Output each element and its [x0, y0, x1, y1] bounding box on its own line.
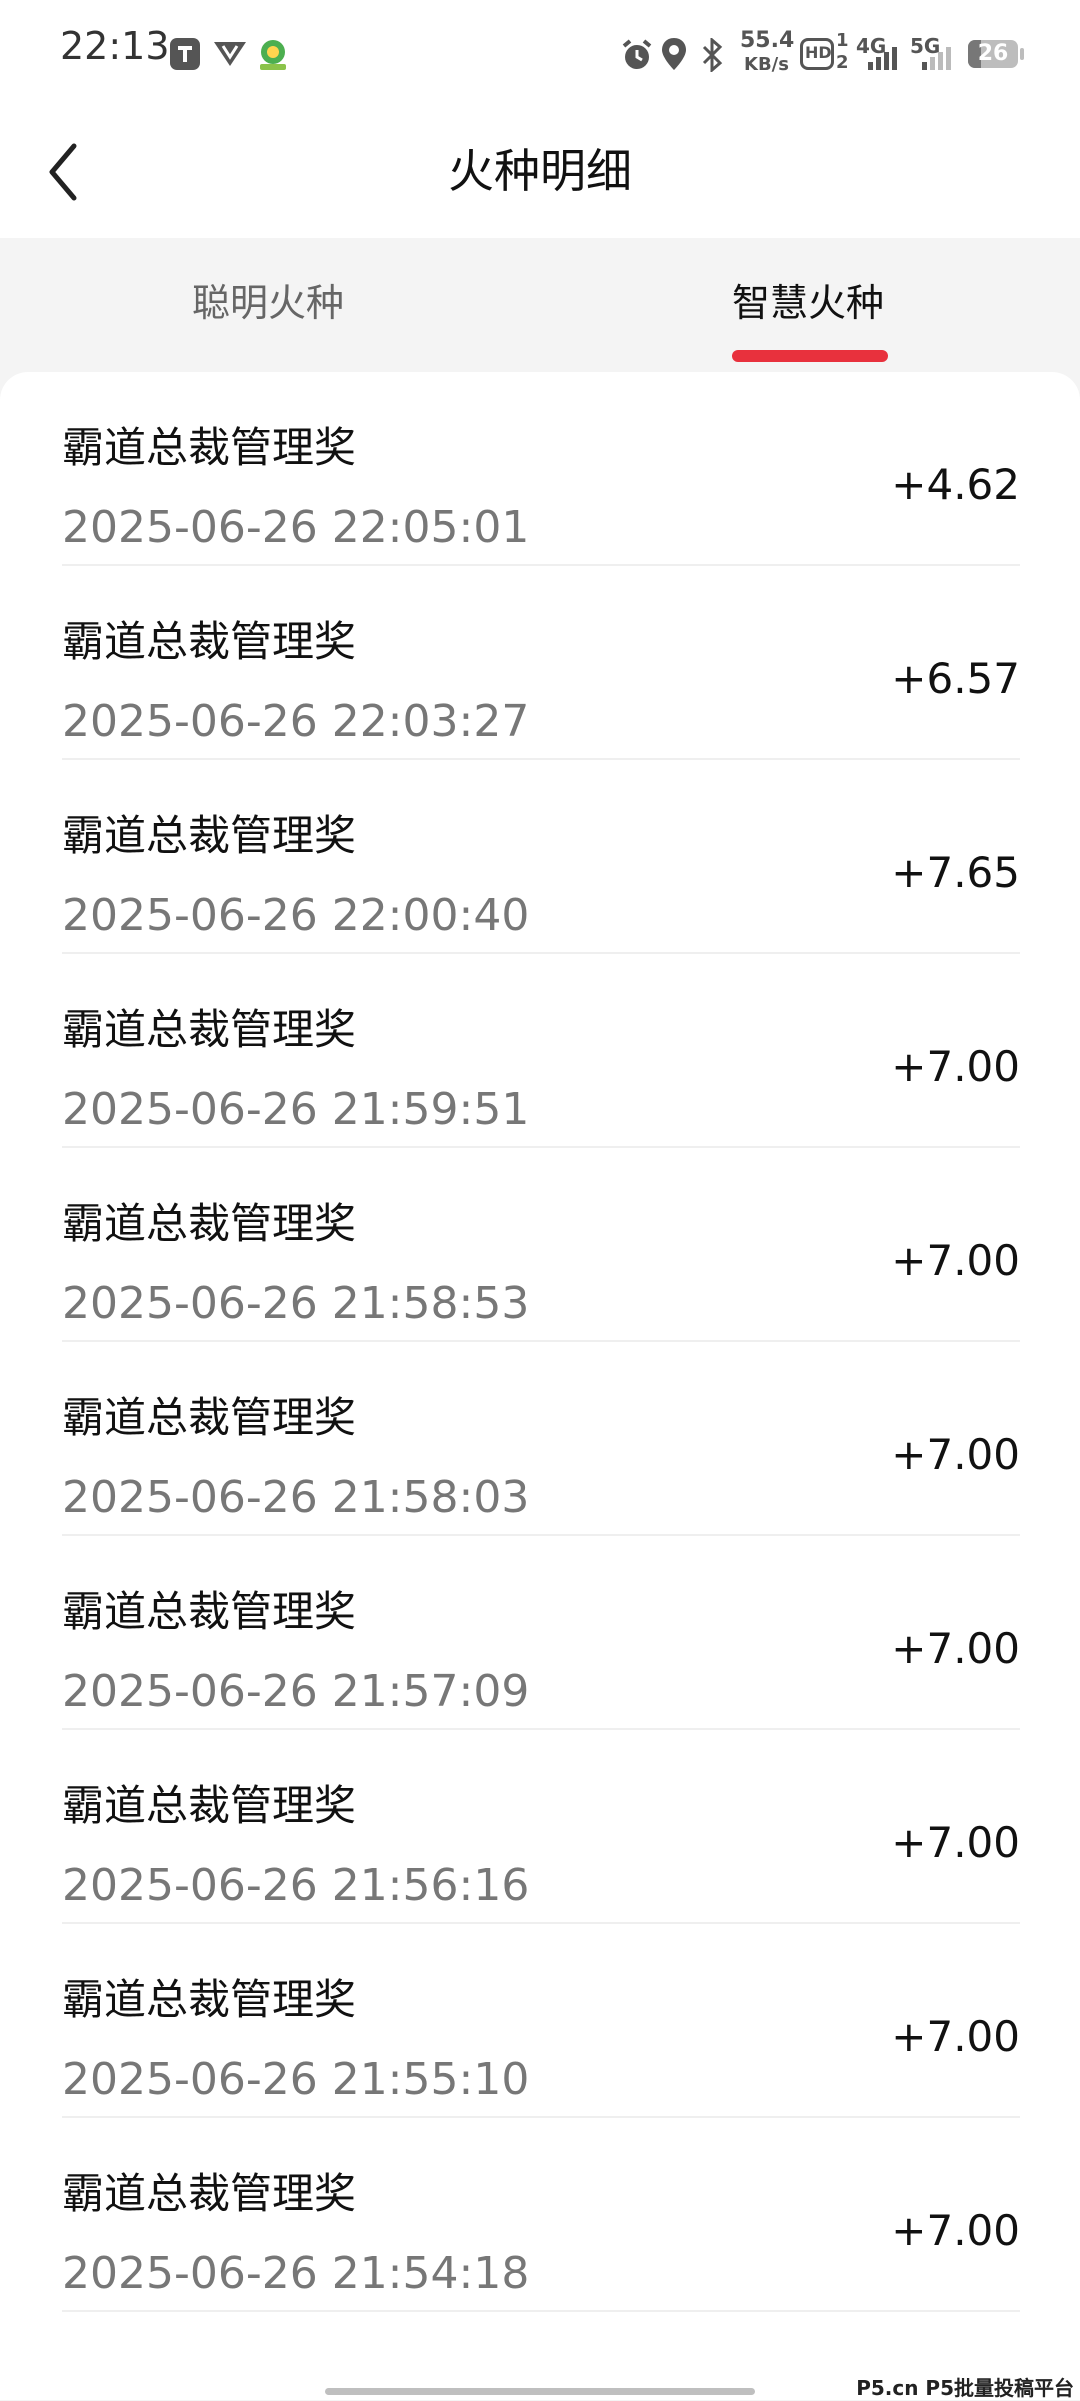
record-name: 霸道总裁管理奖: [62, 1199, 357, 1248]
record-name: 霸道总裁管理奖: [62, 423, 357, 472]
records-list: 霸道总裁管理奖 2025-06-26 22:05:01 +4.62 霸道总裁管理…: [0, 372, 1080, 2400]
signal-icon: [868, 47, 897, 70]
list-item[interactable]: 霸道总裁管理奖 2025-06-26 21:57:09 +7.00: [62, 1536, 1020, 1730]
record-time: 2025-06-26 21:58:03: [62, 1472, 530, 1523]
list-item[interactable]: 霸道总裁管理奖 2025-06-26 21:58:53 +7.00: [62, 1148, 1020, 1342]
hd-badge: HD: [800, 38, 834, 70]
divider: [62, 2310, 1020, 2312]
record-name: 霸道总裁管理奖: [62, 811, 357, 860]
record-amount: +7.00: [891, 2012, 1020, 2061]
record-time: 2025-06-26 21:56:16: [62, 1860, 530, 1911]
record-time: 2025-06-26 22:00:40: [62, 890, 530, 941]
record-amount: +7.00: [891, 1624, 1020, 1673]
record-name: 霸道总裁管理奖: [62, 1393, 357, 1442]
list-item[interactable]: 霸道总裁管理奖 2025-06-26 22:05:01 +4.62: [62, 372, 1020, 566]
record-amount: +7.00: [891, 1236, 1020, 1285]
page-header: 火种明细: [0, 108, 1080, 238]
home-indicator[interactable]: [325, 2388, 755, 2395]
record-name: 霸道总裁管理奖: [62, 1005, 357, 1054]
tab-wisdom-fire[interactable]: 智慧火种: [732, 278, 884, 328]
bluetooth-icon: [702, 38, 723, 72]
record-time: 2025-06-26 21:55:10: [62, 2054, 530, 2105]
record-name: 霸道总裁管理奖: [62, 1975, 357, 2024]
active-tab-indicator: [732, 350, 888, 362]
vpn-icon: [214, 42, 246, 66]
list-item[interactable]: 霸道总裁管理奖 2025-06-26 21:56:16 +7.00: [62, 1730, 1020, 1924]
record-time: 2025-06-26 22:03:27: [62, 696, 530, 747]
battery-level: 26: [977, 41, 1009, 66]
list-item[interactable]: 霸道总裁管理奖 2025-06-26 21:55:10 +7.00: [62, 1924, 1020, 2118]
record-name: 霸道总裁管理奖: [62, 2169, 357, 2218]
status-time: 22:13: [60, 24, 170, 68]
tab-bar: 聪明火种 智慧火种: [0, 238, 1080, 373]
page-title: 火种明细: [448, 144, 632, 198]
battery-tip: [1020, 48, 1024, 60]
list-item[interactable]: 霸道总裁管理奖 2025-06-26 22:00:40 +7.65: [62, 760, 1020, 954]
record-time: 2025-06-26 21:59:51: [62, 1084, 530, 1135]
status-bar: 22:13 55.4 KB/s HD 1 2 4G 5G 26: [0, 0, 1080, 108]
list-item[interactable]: 霸道总裁管理奖 2025-06-26 22:03:27 +6.57: [62, 566, 1020, 760]
record-name: 霸道总裁管理奖: [62, 1781, 357, 1830]
watermark: P5.cn P5批量投稿平台: [856, 2376, 1074, 2400]
record-amount: +4.62: [891, 460, 1020, 509]
record-name: 霸道总裁管理奖: [62, 617, 357, 666]
record-name: 霸道总裁管理奖: [62, 1587, 357, 1636]
record-time: 2025-06-26 21:58:53: [62, 1278, 530, 1329]
record-amount: +7.65: [891, 848, 1020, 897]
list-item[interactable]: 霸道总裁管理奖 2025-06-26 21:54:18 +7.00: [62, 2118, 1020, 2312]
record-amount: +6.57: [891, 654, 1020, 703]
list-item[interactable]: 霸道总裁管理奖 2025-06-26 21:59:51 +7.00: [62, 954, 1020, 1148]
record-time: 2025-06-26 22:05:01: [62, 502, 530, 553]
signal-5g-icon: [922, 47, 951, 70]
location-icon: [662, 38, 686, 70]
net-speed-value: 55.4: [740, 28, 795, 53]
record-amount: +7.00: [891, 1042, 1020, 1091]
battery-icon: 26: [968, 40, 1018, 68]
net-speed-unit: KB/s: [744, 54, 789, 75]
list-item[interactable]: 霸道总裁管理奖 2025-06-26 21:58:03 +7.00: [62, 1342, 1020, 1536]
record-amount: +7.00: [891, 2206, 1020, 2255]
sim-slot-top: 1: [836, 30, 849, 51]
record-time: 2025-06-26 21:57:09: [62, 1666, 530, 1717]
app-badge-icon: [260, 40, 286, 70]
tab-smart-fire[interactable]: 聪明火种: [192, 278, 344, 328]
sim-slot-bottom: 2: [836, 52, 849, 73]
record-amount: +7.00: [891, 1430, 1020, 1479]
record-amount: +7.00: [891, 1818, 1020, 1867]
alarm-icon: [622, 39, 652, 69]
record-time: 2025-06-26 21:54:18: [62, 2248, 530, 2299]
shield-app-icon: [170, 38, 200, 70]
